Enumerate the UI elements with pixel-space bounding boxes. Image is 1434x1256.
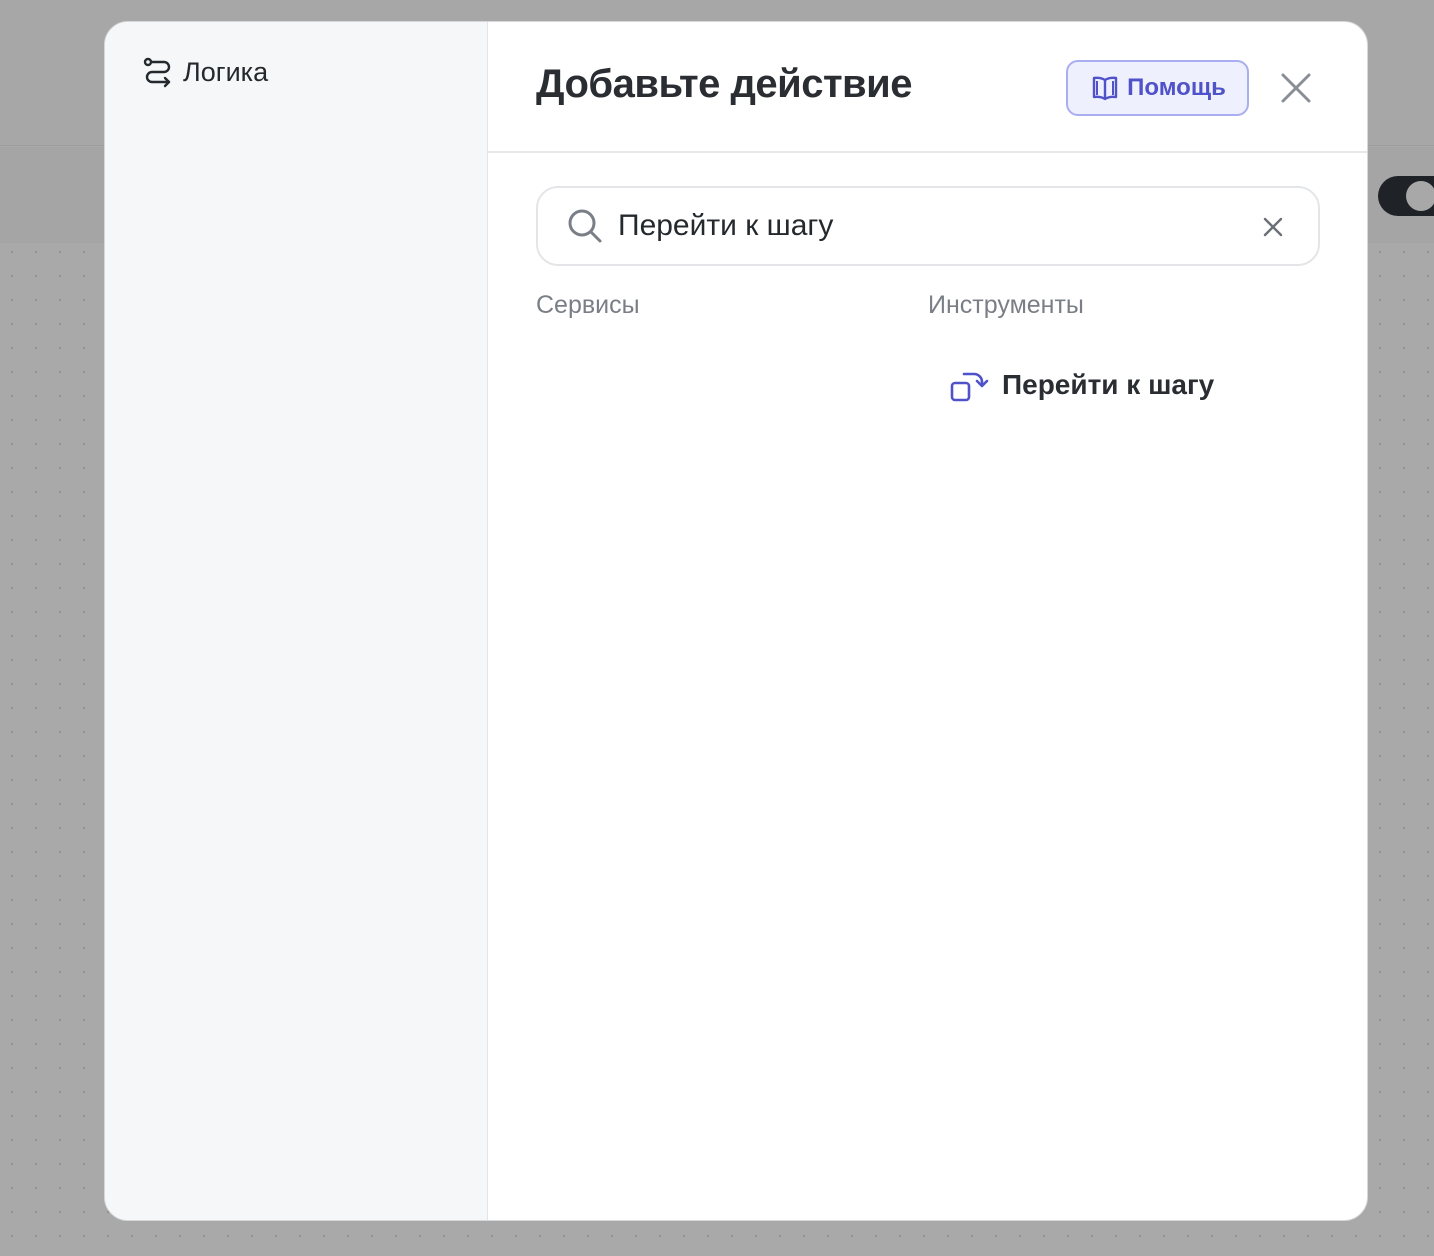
clear-search-button[interactable]: [1260, 214, 1286, 240]
search-icon: [568, 209, 602, 243]
sidebar-item-logic[interactable]: Логика: [105, 56, 487, 88]
clear-icon: [1263, 217, 1283, 237]
category-sidebar: Логика: [105, 22, 488, 1220]
help-button[interactable]: Помощь: [1066, 60, 1249, 116]
help-button-label: Помощь: [1127, 74, 1226, 101]
background-toggle: [1378, 176, 1434, 216]
book-icon: [1092, 76, 1118, 101]
tool-item-label: Перейти к шагу: [1002, 369, 1215, 400]
tool-item-go-to-step[interactable]: Перейти к шагу: [938, 360, 1222, 410]
tools-column-title: Инструменты: [928, 291, 1084, 319]
services-column-title: Сервисы: [536, 291, 640, 319]
toggle-knob: [1406, 181, 1434, 211]
close-button[interactable]: [1276, 68, 1316, 108]
add-action-modal: Логика Добавьте действие Помощь Перейти …: [104, 21, 1368, 1221]
search-input[interactable]: [618, 209, 1238, 243]
modal-header: Добавьте действие Помощь: [488, 22, 1367, 153]
go-to-step-icon: [950, 372, 989, 402]
close-icon: [1281, 73, 1311, 103]
logic-route-icon: [143, 57, 171, 88]
main-panel: Добавьте действие Помощь Перейти к шагу …: [488, 22, 1367, 1220]
modal-title: Добавьте действие: [536, 62, 912, 106]
sidebar-item-label: Логика: [183, 56, 269, 87]
search-box: [536, 186, 1320, 266]
